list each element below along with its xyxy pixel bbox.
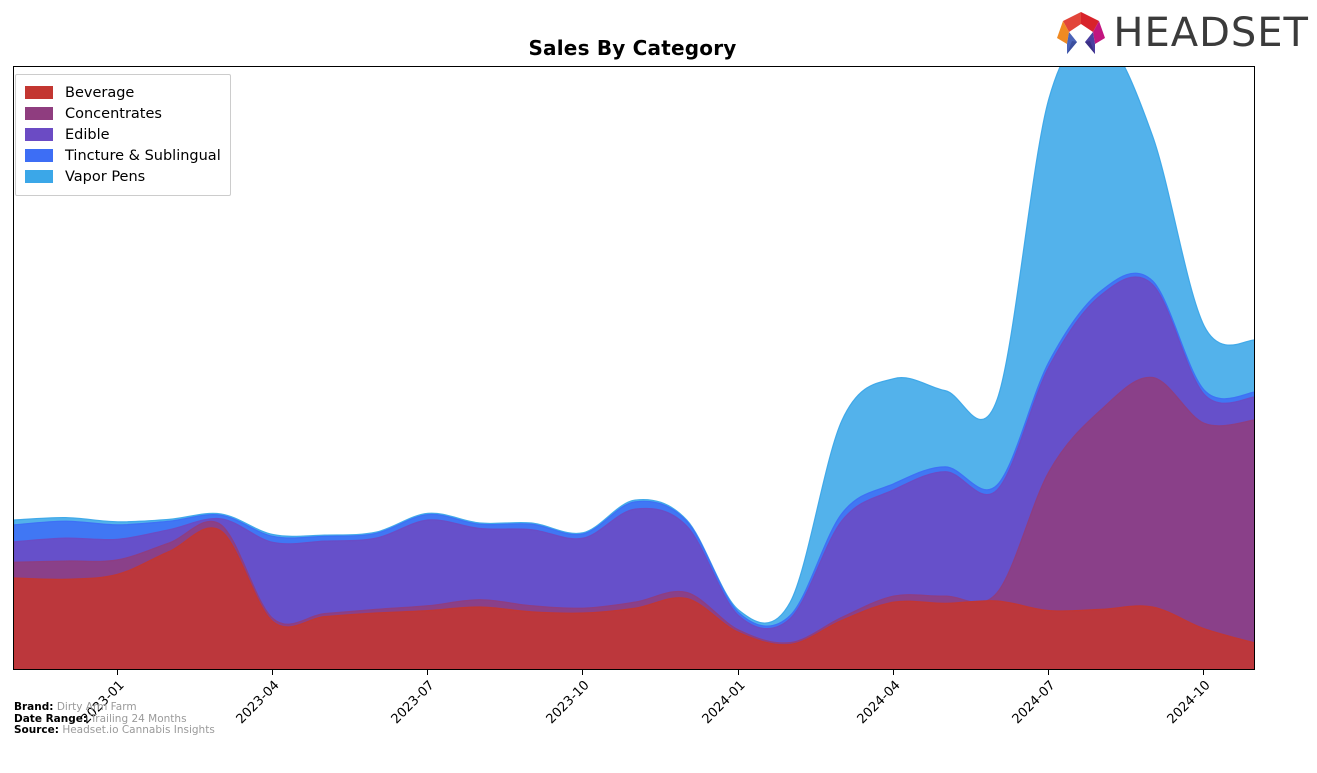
sales-by-category-chart: Sales By Category HEADSET Beverage Conce… <box>0 0 1317 743</box>
legend-label-tincture-sublingual: Tincture & Sublingual <box>65 147 221 164</box>
legend-swatch-edible <box>25 128 53 141</box>
x-axis-tickmark <box>116 670 118 675</box>
x-axis-tickmark <box>1203 670 1205 675</box>
legend-label-concentrates: Concentrates <box>65 105 162 122</box>
legend-swatch-tincture-sublingual <box>25 149 53 162</box>
x-axis-label: 2024-01 <box>699 678 749 728</box>
legend-item-edible[interactable]: Edible <box>25 124 221 145</box>
x-axis-tickmark <box>427 670 428 675</box>
legend-label-edible: Edible <box>65 126 110 143</box>
headset-logo-text: HEADSET <box>1113 10 1309 56</box>
legend-swatch-beverage <box>25 86 53 99</box>
x-axis-label: 2024-04 <box>854 678 904 728</box>
legend-label-beverage: Beverage <box>65 84 135 101</box>
footer-date-range-value: Trailing 24 Months <box>90 712 187 725</box>
footer-date-range-key: Date Range: <box>14 712 88 725</box>
legend: Beverage Concentrates Edible Tincture & … <box>15 74 231 196</box>
x-axis-tickmark <box>892 670 894 675</box>
legend-item-concentrates[interactable]: Concentrates <box>25 103 221 124</box>
footer-brand-value: Dirty Arm Farm <box>56 701 137 713</box>
x-axis-tickmark <box>1048 670 1049 675</box>
headset-logo: HEADSET <box>1055 10 1309 56</box>
footer-source-key: Source: <box>14 724 59 736</box>
footer-source-value: Headset.io Cannabis Insights <box>62 724 215 736</box>
legend-label-vapor-pens: Vapor Pens <box>65 168 146 185</box>
legend-item-beverage[interactable]: Beverage <box>25 82 221 103</box>
x-axis-label: 2023-10 <box>543 678 593 728</box>
footer-source: Source: Headset.io Cannabis Insights <box>14 724 215 737</box>
headset-hexagon-icon <box>1055 10 1107 56</box>
legend-item-vapor-pens[interactable]: Vapor Pens <box>25 166 221 187</box>
footer-annotations: Brand: Dirty Arm Farm Date Range: Traili… <box>14 701 215 737</box>
x-axis-label: 2024-10 <box>1164 678 1214 728</box>
x-axis-tickmark <box>737 670 739 675</box>
x-axis-tickmark <box>582 670 584 675</box>
legend-swatch-vapor-pens <box>25 170 53 183</box>
x-axis-label: 2024-07 <box>1009 678 1059 728</box>
footer-brand-key: Brand: <box>14 701 54 713</box>
x-axis-label: 2023-07 <box>388 678 438 728</box>
x-axis-tickmark <box>271 670 273 675</box>
legend-item-tincture-sublingual[interactable]: Tincture & Sublingual <box>25 145 221 166</box>
legend-swatch-concentrates <box>25 107 53 120</box>
